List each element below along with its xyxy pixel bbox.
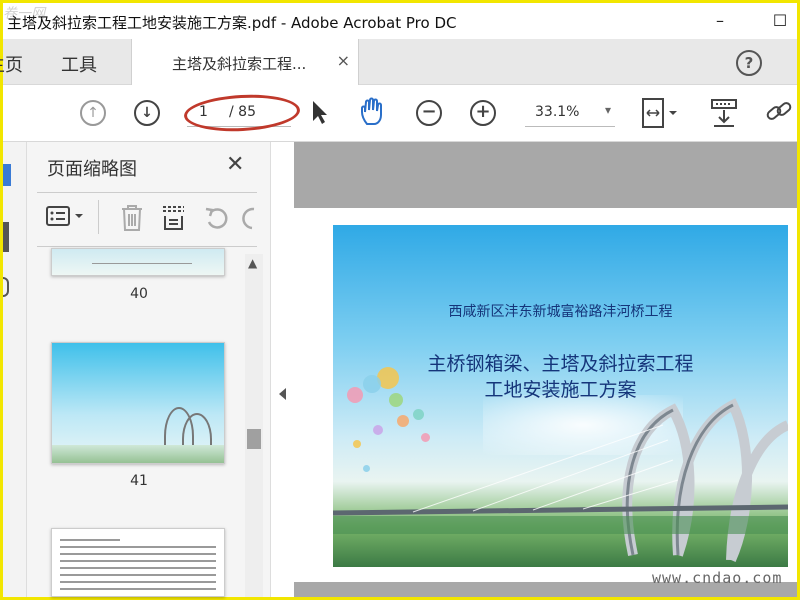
bookmark-nav-icon[interactable] (3, 222, 9, 252)
divider (37, 192, 257, 193)
tab-home[interactable]: 主页 (0, 51, 23, 77)
fit-page-icon[interactable] (639, 97, 679, 129)
tab-document-label: 主塔及斜拉索工程... (172, 55, 307, 73)
minimize-button[interactable]: – (705, 9, 735, 33)
zoom-value: 33.1% (535, 104, 580, 120)
divider (98, 200, 99, 234)
zoom-select[interactable]: 33.1% ▾ (525, 99, 615, 127)
panel-title: 页面缩略图 (47, 159, 137, 180)
next-page-icon[interactable]: ↓ (134, 100, 160, 126)
tab-bar: 主页 工具 主塔及斜拉索工程... × ? (0, 39, 797, 85)
close-tab-icon[interactable]: × (337, 51, 350, 70)
rotate-left-icon[interactable] (203, 204, 231, 232)
tab-tools[interactable]: 工具 (61, 51, 97, 77)
close-panel-icon[interactable]: ✕ (226, 152, 244, 177)
extract-pages-icon[interactable] (160, 204, 188, 232)
left-nav-strip (3, 142, 27, 597)
attachment-nav-icon[interactable] (3, 277, 9, 297)
scrollbar-thumb[interactable] (247, 429, 261, 449)
collapse-arrow-icon[interactable] (279, 388, 286, 400)
scroll-up-icon[interactable]: ▲ (248, 256, 257, 270)
hand-tool-icon[interactable] (358, 97, 388, 127)
help-icon[interactable]: ? (736, 50, 762, 76)
thumbnails-panel: 页面缩略图 ✕ 40 41 ▲ (27, 142, 270, 597)
options-menu-icon[interactable] (45, 204, 87, 228)
thumbnail-ground (52, 445, 224, 463)
bridge-graphic (333, 398, 788, 563)
panel-collapse-handle[interactable] (270, 142, 294, 597)
page-thumbnail-42[interactable] (51, 528, 225, 597)
cover-slide-image: 西咸新区沣东新城富裕路沣河桥工程 主桥钢箱梁、主塔及斜拉索工程 工地安装施工方案 (333, 225, 788, 567)
trash-icon[interactable] (119, 204, 145, 232)
page-gap (294, 142, 797, 208)
thumbnail-label: 41 (130, 473, 148, 489)
title-bar: 主塔及斜拉索工程工地安装施工方案.pdf - Adobe Acrobat Pro… (3, 3, 797, 39)
rotate-right-icon[interactable] (242, 204, 256, 232)
chevron-down-icon: ▾ (604, 103, 611, 117)
select-cursor-icon[interactable] (310, 99, 328, 125)
top-watermark: 卷一网 (3, 6, 45, 22)
share-link-icon[interactable] (765, 99, 797, 127)
prev-page-icon[interactable]: ↑ (80, 100, 106, 126)
toolbar: ↑ ↓ 1 / 85 − + 33.1% ▾ (3, 85, 797, 142)
page-thumbnail-40[interactable] (51, 248, 225, 276)
thumbnail-bridge-graphic (92, 263, 192, 271)
tab-document[interactable]: 主塔及斜拉索工程... × (131, 39, 359, 85)
scroll-mode-icon[interactable] (709, 97, 739, 129)
zoom-in-icon[interactable]: + (470, 100, 496, 126)
page-thumbnail-41[interactable] (51, 342, 225, 464)
divider (37, 246, 257, 247)
window-title: 主塔及斜拉索工程工地安装施工方案.pdf - Adobe Acrobat Pro… (7, 14, 457, 32)
home-nav-icon[interactable] (3, 164, 11, 186)
footer-watermark: www.cndao.com (652, 569, 783, 587)
thumbnail-scrollbar[interactable]: ▲ (245, 254, 263, 597)
thumbnail-label: 40 (130, 286, 148, 302)
zoom-out-icon[interactable]: − (416, 100, 442, 126)
maximize-button[interactable]: ☐ (765, 9, 795, 33)
